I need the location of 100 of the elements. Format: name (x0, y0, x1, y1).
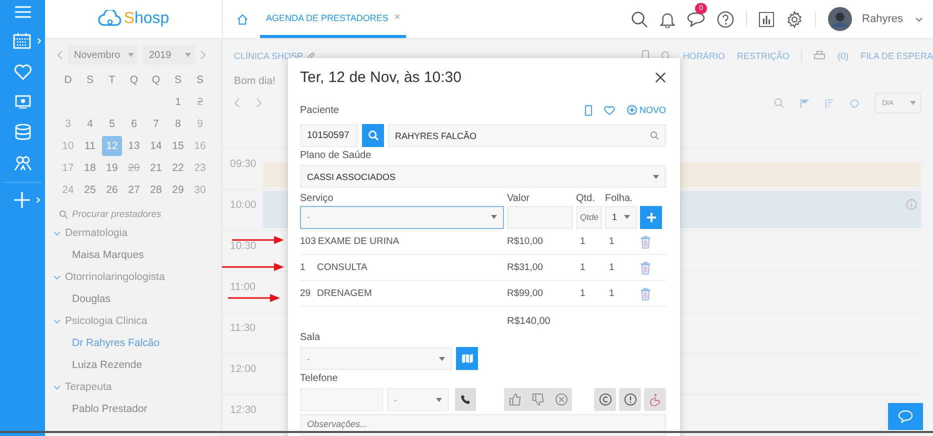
calendar-day[interactable]: 15 (168, 136, 188, 156)
user-name[interactable]: Rahyres (862, 13, 903, 25)
calendar-day[interactable]: 20 (124, 158, 144, 178)
chevron-right-icon[interactable] (200, 50, 206, 60)
toolbar-link[interactable]: RESTRIÇÃO (736, 50, 790, 60)
toolbar-link[interactable]: FILA DE ESPERA (860, 50, 933, 60)
calendar-day[interactable]: 12 (102, 136, 122, 156)
pencil-icon[interactable] (307, 52, 316, 60)
caret-down-icon[interactable] (915, 16, 923, 22)
field-label: Paciente (300, 104, 339, 116)
settings-icon[interactable] (786, 10, 804, 28)
plus-icon[interactable] (14, 192, 30, 208)
calendar-day[interactable]: 19 (102, 158, 122, 178)
health-plan-select[interactable]: CASSI ASSOCIADOS (300, 165, 666, 188)
trash-icon[interactable] (640, 286, 651, 300)
toolbar-link[interactable]: (0) (837, 50, 848, 60)
database-icon[interactable] (14, 124, 30, 140)
tab[interactable]: AGENDA DE PRESTADORES × (260, 0, 406, 38)
calendar-day[interactable]: 25 (80, 180, 100, 200)
help-icon[interactable] (717, 10, 734, 28)
alert-icon (624, 393, 636, 406)
calendar-day[interactable]: 6 (124, 114, 144, 134)
chat-icon[interactable] (687, 11, 706, 27)
provider-item[interactable]: Pablo Prestador (53, 398, 221, 420)
tablet-icon[interactable] (585, 104, 592, 116)
room-select[interactable]: - (300, 347, 452, 370)
logo[interactable]: Shosp (98, 10, 170, 28)
group-header[interactable]: Psicologia Clinica (53, 310, 221, 332)
calendar-day[interactable]: 27 (124, 180, 144, 200)
circle-icon[interactable] (850, 98, 859, 108)
map-button[interactable] (456, 347, 478, 370)
monitor-icon[interactable] (14, 95, 30, 109)
new-patient-link[interactable]: NOVO (627, 105, 666, 115)
calendar-day[interactable]: 16 (190, 136, 210, 156)
bell-icon[interactable] (660, 10, 676, 28)
group-header[interactable]: Otorrinolaringologista (53, 266, 221, 288)
search-field[interactable]: Procurar prestadores (59, 209, 162, 220)
chevron-left-icon[interactable] (57, 50, 63, 60)
patient-code-field[interactable]: 10150597 (300, 124, 358, 147)
provider-item[interactable]: Luiza Rezende (53, 354, 221, 376)
calendar-icon[interactable] (13, 33, 31, 49)
alert-button[interactable] (619, 388, 641, 411)
provider-item[interactable]: Maisa Marques (53, 244, 221, 266)
printer-icon[interactable] (814, 50, 826, 60)
service-select[interactable]: - (300, 206, 504, 228)
chart-icon[interactable] (759, 12, 774, 26)
close-icon[interactable] (655, 72, 666, 82)
calendar-day[interactable]: 7 (146, 114, 166, 134)
chevron-left-icon[interactable] (234, 98, 240, 108)
calendar-day[interactable]: 13 (124, 136, 144, 156)
heart-icon[interactable] (604, 106, 616, 114)
calendar-day[interactable]: 29 (168, 180, 188, 200)
calendar-day[interactable]: 14 (146, 136, 166, 156)
patient-name-field[interactable]: RAHYRES FALCÃO (388, 124, 666, 147)
calendar-day[interactable]: 26 (102, 180, 122, 200)
trash-icon[interactable] (640, 234, 651, 248)
calendar-day[interactable]: 18 (80, 158, 100, 178)
calendar-day[interactable]: 4 (80, 114, 100, 134)
provider-item[interactable]: Dr Rahyres Falcão (53, 332, 221, 354)
provider-item[interactable]: Douglas (53, 288, 221, 310)
year-select[interactable]: 2019 (143, 45, 195, 65)
search-icon[interactable] (631, 10, 648, 28)
calendar-day[interactable]: 23 (190, 158, 210, 178)
people-icon[interactable] (14, 155, 32, 171)
close-icon[interactable]: × (394, 12, 400, 23)
calendar-day[interactable]: 22 (168, 158, 188, 178)
calendar-day[interactable]: 5 (102, 114, 122, 134)
chat-button[interactable] (888, 403, 923, 430)
calendar-day[interactable]: 2 (190, 92, 210, 112)
chevron-right-icon[interactable] (256, 98, 262, 108)
calendar-day[interactable]: 17 (58, 158, 78, 178)
calendar-day[interactable]: 11 (80, 136, 100, 156)
group-header[interactable]: Dermatologia (53, 222, 221, 244)
add-button[interactable] (640, 206, 662, 228)
quantity-field[interactable]: Qtde (576, 206, 602, 228)
home-icon[interactable] (237, 14, 248, 24)
accessibility-button[interactable] (644, 388, 666, 411)
search-button[interactable] (362, 124, 384, 147)
month-select[interactable]: Novembro (68, 45, 138, 65)
calendar-day[interactable]: 9 (190, 114, 210, 134)
call-button[interactable] (455, 388, 476, 411)
toolbar-link[interactable]: HORÁRIO (682, 50, 725, 60)
calendar-day[interactable]: 3 (58, 114, 78, 134)
calendar-day[interactable]: 8 (168, 114, 188, 134)
group-header[interactable]: Terapeuta (53, 376, 221, 398)
calendar-day[interactable]: 1 (168, 92, 188, 112)
calendar-day[interactable]: 10 (58, 136, 78, 156)
calendar-day[interactable]: 21 (146, 158, 166, 178)
calendar-day[interactable]: 28 (146, 180, 166, 200)
phone-type-select[interactable]: - (387, 388, 449, 411)
trash-icon[interactable] (640, 260, 651, 274)
avatar[interactable] (828, 7, 852, 31)
sheet-select[interactable]: 1 (605, 206, 637, 228)
sort-icon[interactable] (825, 98, 834, 108)
menu-icon[interactable] (14, 6, 30, 18)
sort-icon[interactable] (800, 98, 809, 108)
calendar-day[interactable]: 24 (58, 180, 78, 200)
notes-field[interactable]: Observações... (300, 414, 666, 436)
copyright-button[interactable] (594, 388, 616, 411)
calendar-day[interactable]: 30 (190, 180, 210, 200)
